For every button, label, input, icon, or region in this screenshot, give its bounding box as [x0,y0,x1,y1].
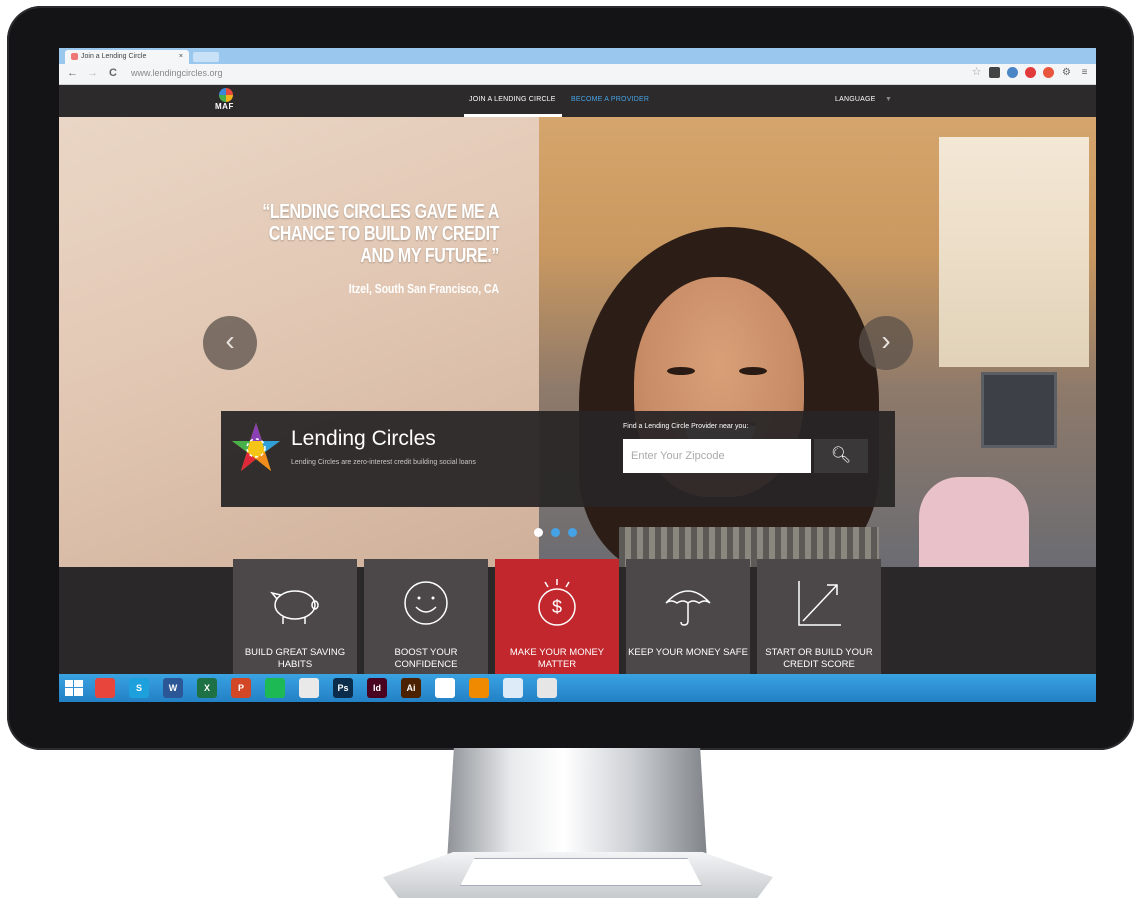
svg-text:$: $ [552,597,562,617]
hero-person-eye [667,367,695,375]
pocket-icon[interactable] [989,67,1000,78]
calendar-icon[interactable] [299,678,319,698]
taskbar-app-label: X [203,683,210,693]
chevron-down-icon[interactable]: ▼ [885,96,892,103]
snipping-icon[interactable] [503,678,523,698]
adblock-icon[interactable] [1043,67,1054,78]
feature-label: START OR BUILD YOUR CREDIT SCORE [765,647,873,670]
feature-tile-credit-score[interactable]: START OR BUILD YOUR CREDIT SCORE [757,559,881,679]
promo-subtitle: Lending Circles are zero-interest credit… [291,459,476,466]
extension-icon[interactable] [1007,67,1018,78]
promo-title: Lending Circles [291,427,436,450]
lending-circles-promo: Lending Circles Lending Circles are zero… [221,411,895,507]
feature-label: MAKE YOUR MONEY MATTER [509,647,605,670]
feature-tile-confidence[interactable]: BOOST YOUR CONFIDENCE [364,559,488,679]
hero-background-monitor [981,372,1057,448]
carousel-indicators [534,528,577,537]
feature-label: BUILD GREAT SAVING HABITS [244,647,346,670]
menu-icon[interactable]: ≡ [1079,67,1090,78]
smiley-icon [404,581,448,625]
logo-mark-icon [219,88,233,102]
chevron-left-icon: ‹ [225,325,235,356]
indesign-icon[interactable]: Id [367,678,387,698]
lending-circles-star-icon [232,423,280,471]
hero-window [939,137,1089,367]
taskbar-app-label: S [135,683,142,693]
feature-tile-money-safe[interactable]: KEEP YOUR MONEY SAFE [626,559,750,679]
piggy-bank-icon [270,590,319,624]
hero-quote-attribution: Itzel, South San Francisco, CA [348,281,499,296]
chrome-icon[interactable] [95,678,115,698]
favicon-icon [71,52,78,60]
excel-icon[interactable]: X [197,678,217,698]
carousel-dot-2[interactable] [551,528,560,537]
browser-tab[interactable]: Join a Lending Circle × [65,50,189,64]
windows-taskbar: S W X P Ps Id Ai [59,674,1096,702]
powerpoint-icon[interactable]: P [231,678,251,698]
hero-person-eye [739,367,767,375]
reload-icon[interactable]: C [109,67,117,80]
word-icon[interactable]: W [163,678,183,698]
feature-tile-money-matter[interactable]: $ MAKE YOUR MONEY MATTER [495,559,619,679]
taskbar-app-label: Id [373,683,381,693]
extension-icons: ☆ ⚙ ≡ [971,67,1090,78]
zipcode-input[interactable] [623,439,811,473]
vlc-icon[interactable] [469,678,489,698]
windows-start-icon[interactable] [65,680,83,696]
dollar-coin-icon: $ [538,579,576,626]
monitor-base-cutout [460,858,702,886]
search-button[interactable]: 🔍︎ [814,439,868,473]
carousel-dot-3[interactable] [568,528,577,537]
provider-finder-label: Find a Lending Circle Provider near you: [623,423,749,430]
illustrator-icon[interactable]: Ai [401,678,421,698]
maf-logo[interactable]: MAF [213,88,239,114]
carousel-dot-1[interactable] [534,528,543,537]
feature-label: KEEP YOUR MONEY SAFE [628,647,748,658]
url-field[interactable]: www.lendingcircles.org [131,68,223,78]
spotify-icon[interactable] [265,678,285,698]
back-icon[interactable]: ← [67,67,78,80]
feature-tile-saving-habits[interactable]: BUILD GREAT SAVING HABITS [233,559,357,679]
lastpass-icon[interactable] [1025,67,1036,78]
logo-text: MAF [215,102,234,111]
search-icon: 🔍︎ [830,447,852,464]
tab-close-icon[interactable]: × [179,50,183,64]
umbrella-icon [665,590,711,626]
tab-title: Join a Lending Circle [81,53,147,60]
hero-background-person [919,477,1029,567]
taskbar-app-label: Ps [337,683,349,693]
nav-become-provider[interactable]: BECOME A PROVIDER [571,96,649,103]
chevron-right-icon: › [881,325,891,356]
new-tab-button[interactable] [193,52,219,62]
screen: Join a Lending Circle × ← → C www.lendin… [59,48,1096,702]
language-selector[interactable]: LANGUAGE [835,96,876,103]
hero-quote: “LENDING CIRCLES GAVE ME A CHANCE TO BUI… [262,201,499,267]
taskbar-app-label: Ai [406,683,416,693]
growth-arrow-icon [798,581,841,626]
skype-icon[interactable]: S [129,678,149,698]
browser-tabstrip: Join a Lending Circle × [59,48,1096,64]
slider-prev-button[interactable]: ‹ [203,316,257,370]
acrobat-icon[interactable] [435,678,455,698]
site-nav: MAF JOIN A LENDING CIRCLE BECOME A PROVI… [59,85,1096,117]
feature-label: BOOST YOUR CONFIDENCE [394,647,458,670]
taskbar-app-label: W [168,683,178,693]
address-bar: ← → C www.lendingcircles.org ☆ ⚙ ≡ [59,64,1096,85]
onepassword-icon[interactable] [537,678,557,698]
forward-icon[interactable]: → [87,67,98,80]
slider-next-button[interactable]: › [859,316,913,370]
nav-join-lending-circle[interactable]: JOIN A LENDING CIRCLE [469,96,556,103]
taskbar-app-label: P [237,683,244,693]
wrench-icon[interactable]: ⚙ [1061,67,1072,78]
hero-slider: “LENDING CIRCLES GAVE ME A CHANCE TO BUI… [59,117,1096,567]
photoshop-icon[interactable]: Ps [333,678,353,698]
bookmark-star-icon[interactable]: ☆ [971,67,982,78]
